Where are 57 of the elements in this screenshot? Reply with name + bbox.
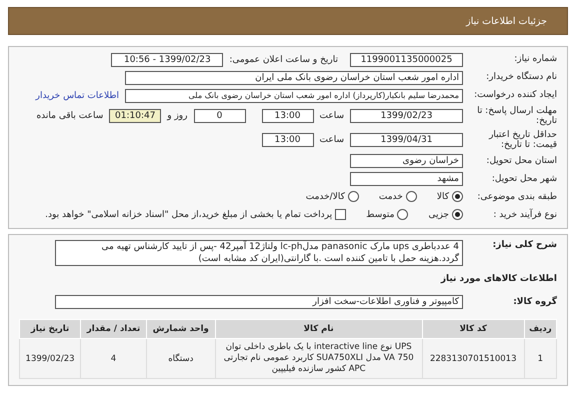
column-header: تعداد / مقدار (80, 320, 146, 339)
field-label: شماره نیاز: (513, 54, 557, 65)
field-label: شهر محل تحویل: (490, 174, 557, 184)
buyer-field: اداره امور شعب استان خراسان رضوی بانک ملی ایران (125, 70, 463, 84)
checkbox[interactable] (335, 209, 346, 220)
field-label: گروه کالا: (512, 296, 557, 308)
field-label: استان محل تحویل: (485, 156, 557, 166)
radio-label: خدمت (378, 192, 403, 202)
radio-label: کالا/خدمت (306, 192, 345, 202)
field-label: نوع فرآیند خرید : (492, 210, 557, 220)
field-label: ساعت باقی مانده (36, 111, 104, 122)
field-label: روز و (167, 111, 188, 122)
field-label: ایجاد کننده درخواست: (473, 90, 557, 101)
column-header: کد کالا (422, 320, 524, 339)
page-title: جزئیات اطلاعات نیاز (466, 16, 547, 26)
table-cell: 2283130701510013 (422, 338, 524, 379)
announce-date-field: 1399/02/23 - 10:56 (111, 52, 224, 66)
goods-group-field: کامپیوتر و فناوری اطلاعات-سخت افزار (55, 294, 463, 309)
radio-button[interactable] (406, 191, 417, 202)
field-label: طبقه بندی موضوعی: (476, 192, 557, 202)
description-field: 4 عددباطری ups مارک panasonic مدلlc-ph ولتاژ12 آمپر42 -پس از تایید کارشناس تهیه می گردد.هزینه حمل با تامین کننده است .با گارانتی(ایران کد مشابه است) (55, 240, 463, 266)
table-cell: 1399/02/23 (20, 338, 81, 379)
field-label: تاریخ و ساعت اعلان عمومی: (229, 54, 338, 64)
validity-time-field: 13:00 (262, 133, 314, 148)
field-label: ساعت (320, 111, 344, 122)
table-cell: UPS نوع interactive line با یک باطری داخلی توان 750 VA مدل SUA750XLI کاربرد عمومی نام تجارتی APC کشور سازنده فیلیپین (215, 338, 422, 379)
city-field: مشهد (350, 172, 463, 186)
radio-label: کالا (436, 192, 449, 202)
column-header: ردیف (524, 320, 556, 339)
field-label: حداقل تاریخ اعتبار قیمت: تا تاریخ: (488, 130, 557, 150)
validity-date-field: 1399/04/31 (350, 133, 463, 148)
radio-label: متوسط (366, 210, 394, 220)
radio-label: جزیی (428, 210, 449, 220)
days-field: 0 (194, 109, 246, 124)
field-label: نام دستگاه خریدار: (485, 72, 557, 83)
field-label: شرح کلی نیاز: (492, 240, 557, 251)
column-header: نام کالا (215, 320, 422, 339)
remaining-time-field: 01:10:47 (109, 109, 162, 124)
table-cell: 4 (80, 338, 146, 379)
creator-field: محمدرضا سلیم بانکیار(کارپرداز) اداره امور شعب استان خراسان رضوی بانک ملی (125, 88, 463, 102)
radio-button[interactable] (397, 209, 408, 220)
section-title: اطلاعات کالاهای مورد نیاز (440, 274, 557, 284)
field-label: ساعت (320, 135, 344, 146)
column-header: واحد شمارش (146, 320, 216, 339)
field-label: مهلت ارسال پاسخ: تا تاریخ: (476, 106, 557, 127)
need-number-field: 1199001135000025 (350, 52, 463, 66)
checkbox-label: پرداخت تمام یا بخشی از مبلغ خرید،از محل "اسناد خزانه اسلامی" خواهد بود. (45, 210, 332, 220)
deadline-date-field: 1399/02/23 (350, 109, 463, 124)
buyer-contact-link[interactable]: اطلاعات تماس خریدار (36, 90, 119, 100)
table-cell: دستگاه (146, 338, 216, 379)
table-cell: 1 (524, 338, 556, 379)
radio-button[interactable] (348, 191, 359, 202)
radio-button[interactable] (452, 209, 463, 220)
radio-button[interactable] (452, 191, 463, 202)
deadline-time-field: 13:00 (262, 109, 314, 124)
province-field: خراسان رضوی (350, 154, 463, 168)
column-header: تاریخ نیاز (20, 320, 81, 339)
